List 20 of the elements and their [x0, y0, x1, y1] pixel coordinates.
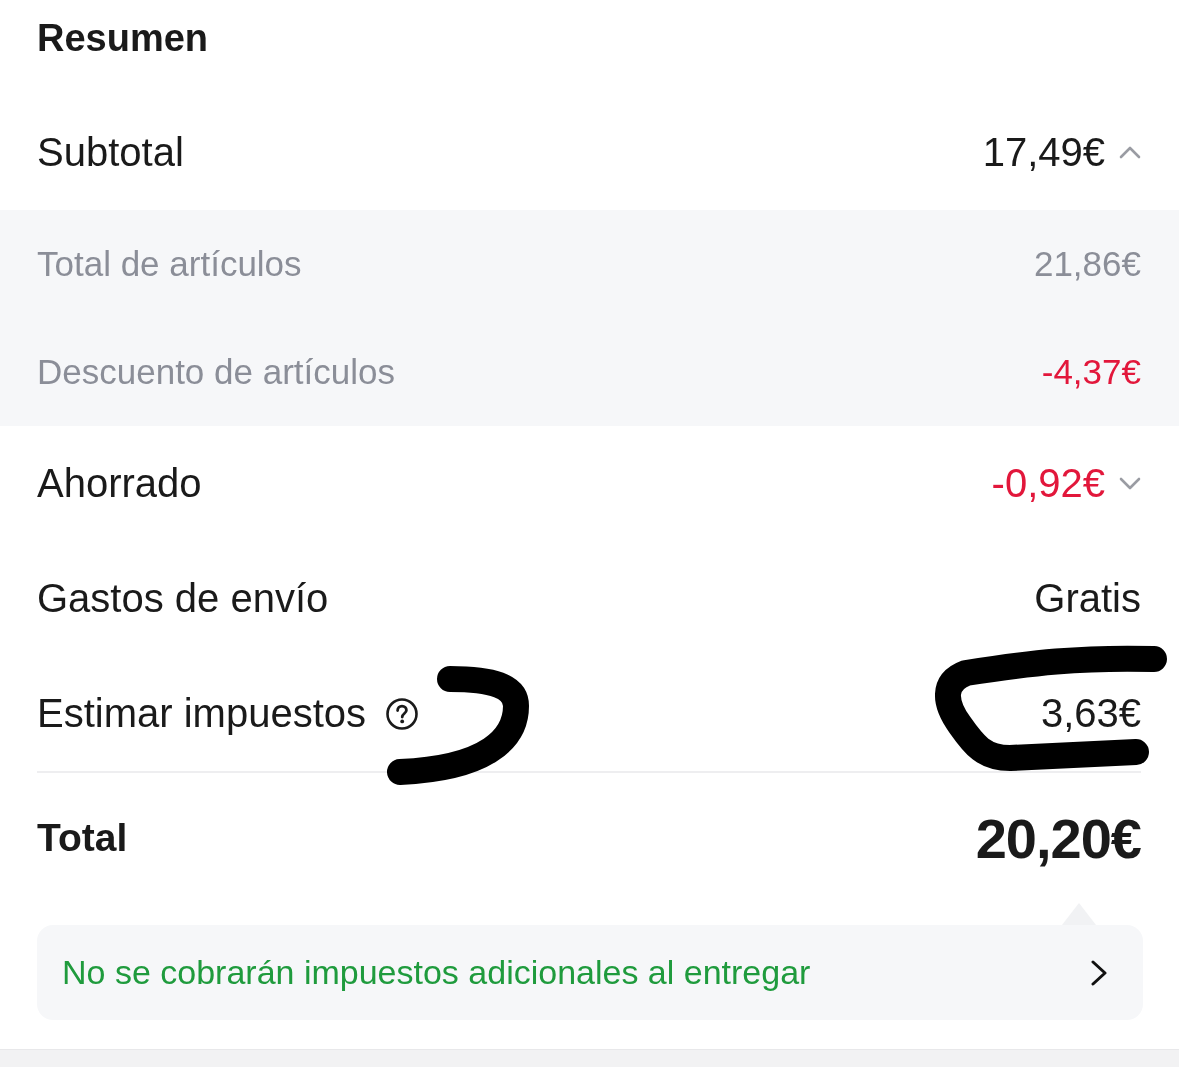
- breakdown-label: Total de artículos: [37, 244, 302, 284]
- breakdown-value: -4,37€: [1041, 352, 1141, 392]
- row-value: Gratis: [1034, 576, 1141, 621]
- row-label: Gastos de envío: [37, 576, 329, 621]
- tax-notice-link[interactable]: No se cobrarán impuestos adicionales al entregar: [37, 925, 1143, 1020]
- help-icon[interactable]: [386, 697, 418, 730]
- row-value: -0,92€: [991, 461, 1105, 506]
- row-label: Ahorrado: [37, 461, 202, 506]
- breakdown-value: 21,86€: [1033, 244, 1141, 284]
- row-value: 3,63€: [1040, 691, 1141, 736]
- chevron-down-icon[interactable]: [1119, 477, 1141, 490]
- row-label: Subtotal: [37, 130, 184, 175]
- chevron-right-icon: [1091, 959, 1107, 986]
- chevron-up-icon[interactable]: [1119, 146, 1141, 159]
- section-title: Resumen: [37, 17, 209, 59]
- row-value: 17,49€: [982, 130, 1105, 175]
- total-label: Total: [37, 816, 128, 860]
- total-value: 20,20€: [975, 805, 1141, 871]
- breakdown-label: Descuento de artículos: [37, 352, 395, 392]
- row-label: Estimar impuestos: [37, 691, 366, 736]
